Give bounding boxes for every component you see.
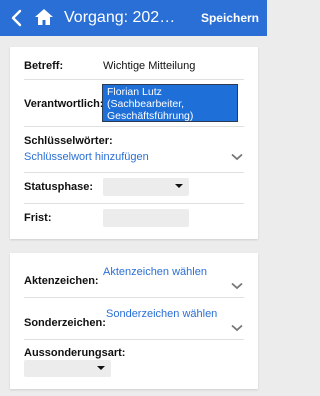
verantwortlich-option-line: Geschäftsführung) [107,110,194,122]
divider [24,203,244,204]
verantwortlich-option-line: Florian Lutz [107,86,162,98]
verantwortlich-label: Verantwortlich: [24,98,104,110]
schluesselwoerter-label: Schlüsselwörter: [24,135,113,147]
back-arrow-icon[interactable] [8,8,26,28]
aussonderungsart-select[interactable] [24,360,111,377]
choose-aktenzeichen-link[interactable]: Aktenzeichen wählen [103,266,207,278]
frist-date-input[interactable] [103,209,189,227]
verantwortlich-option-line: (Sachbearbeiter, [107,98,185,110]
verantwortlich-select[interactable]: Florian Lutz (Sachbearbeiter, Geschäftsf… [102,84,238,122]
divider [24,126,244,127]
home-icon[interactable] [34,7,54,27]
aussonderungsart-label: Aussonderungsart: [24,347,126,359]
divider [24,297,244,298]
save-button[interactable]: Speichern [201,0,259,36]
divider [24,172,244,173]
general-details-card: Betreff: Wichtige Mitteilung Verantwortl… [10,47,258,239]
divider [24,79,244,80]
statusphase-select[interactable] [103,178,189,196]
archive-details-card: Aktenzeichen: Aktenzeichen wählen Sonder… [10,253,258,389]
page-title: Vorgang: 202… [64,9,176,26]
divider [24,339,244,340]
caret-down-icon [97,366,105,370]
sonderzeichen-label: Sonderzeichen: [24,317,106,329]
betreff-value[interactable]: Wichtige Mitteilung [103,60,195,72]
aktenzeichen-label: Aktenzeichen: [24,275,99,287]
chevron-down-icon[interactable] [231,282,243,290]
caret-down-icon [175,184,183,188]
add-keyword-link[interactable]: Schlüsselwort hinzufügen [24,151,149,163]
statusphase-label: Statusphase: [24,181,94,193]
betreff-label: Betreff: [24,60,64,72]
chevron-down-icon[interactable] [231,324,243,332]
choose-sonderzeichen-link[interactable]: Sonderzeichen wählen [106,308,217,320]
frist-label: Frist: [24,212,52,224]
top-app-bar: Vorgang: 202… Speichern [0,0,267,36]
chevron-down-icon[interactable] [231,153,243,161]
